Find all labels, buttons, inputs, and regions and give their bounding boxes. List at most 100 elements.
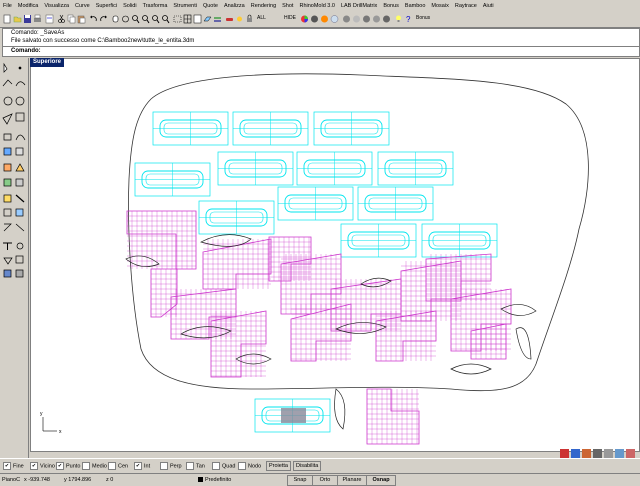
- zoom-extents-icon[interactable]: [151, 14, 160, 24]
- grid-icon[interactable]: [193, 14, 202, 24]
- axis-x-label[interactable]: x: [59, 429, 62, 435]
- zoom-icon[interactable]: [131, 14, 140, 24]
- print-icon[interactable]: [33, 14, 42, 24]
- osnap-option[interactable]: Cen: [108, 462, 128, 470]
- select-window-icon[interactable]: [173, 14, 182, 24]
- paste-icon[interactable]: [77, 14, 86, 24]
- layer-swatch[interactable]: [198, 476, 203, 484]
- menu-item[interactable]: Trasforma: [140, 0, 171, 10]
- viewport-superiore[interactable]: xy: [30, 58, 640, 452]
- snap-toggle[interactable]: Snap: [287, 475, 313, 486]
- chrome-sphere-icon[interactable]: [382, 14, 391, 24]
- osnap-checkbox[interactable]: ✔: [134, 462, 142, 470]
- seed-outline[interactable]: [334, 388, 346, 430]
- osnap-option[interactable]: Perp: [160, 462, 182, 470]
- selected-capsule[interactable]: [281, 408, 306, 423]
- ortho-toggle[interactable]: Orto: [312, 475, 338, 486]
- disable-button[interactable]: Disabilita: [293, 461, 322, 471]
- new-file-icon[interactable]: [3, 14, 12, 24]
- menu-item[interactable]: Solidi: [120, 0, 139, 10]
- osnap-option[interactable]: ✔ Fine: [3, 462, 24, 470]
- lattice-piece[interactable]: [126, 210, 197, 270]
- color-wheel-icon[interactable]: [300, 14, 309, 24]
- seed-outline[interactable]: [450, 363, 492, 375]
- osnap-option[interactable]: ✔ Punto: [56, 462, 80, 470]
- redo-icon[interactable]: [99, 14, 108, 24]
- osnap-option[interactable]: ✔ Vicino: [30, 462, 55, 470]
- light-bulb-icon[interactable]: [394, 14, 403, 24]
- car-icon[interactable]: [225, 14, 234, 24]
- menu-item[interactable]: File: [0, 0, 15, 10]
- viewport-canvas[interactable]: xy: [31, 59, 639, 451]
- xray-sphere-icon[interactable]: [352, 14, 361, 24]
- undo-icon[interactable]: [89, 14, 98, 24]
- osnap-toggle[interactable]: Osnap: [366, 475, 396, 486]
- osnap-option[interactable]: ✔ Int: [134, 462, 150, 470]
- rendered-sphere-icon[interactable]: [320, 14, 329, 24]
- lock-icon[interactable]: [245, 14, 254, 24]
- layer-icon[interactable]: [213, 14, 222, 24]
- planar-toggle[interactable]: Planare: [337, 475, 367, 486]
- cplane-icon[interactable]: [203, 14, 212, 24]
- menu-item[interactable]: Raytrace: [452, 0, 480, 10]
- menu-item[interactable]: Quote: [200, 0, 221, 10]
- hide-button[interactable]: HIDE: [284, 15, 296, 21]
- menu-item[interactable]: Mosaix: [428, 0, 451, 10]
- osnap-checkbox[interactable]: ✔: [30, 462, 38, 470]
- osnap-checkbox[interactable]: [212, 462, 220, 470]
- zoom-selected-icon[interactable]: [161, 14, 170, 24]
- osnap-checkbox[interactable]: [186, 462, 194, 470]
- show-all-button[interactable]: ALL: [257, 15, 266, 21]
- ghosted-sphere-icon[interactable]: [342, 14, 351, 24]
- osnap-option[interactable]: Medio: [82, 462, 107, 470]
- menu-item[interactable]: Analizza: [221, 0, 248, 10]
- lights-icon[interactable]: [235, 14, 244, 24]
- osnap-checkbox[interactable]: [108, 462, 116, 470]
- wire-sphere-icon[interactable]: [330, 14, 339, 24]
- current-layer[interactable]: Predefinito: [205, 476, 231, 484]
- menu-item[interactable]: Curve: [72, 0, 93, 10]
- help-icon[interactable]: ?: [404, 14, 413, 24]
- osnap-option[interactable]: Tan: [186, 462, 205, 470]
- menu-item[interactable]: Shot: [279, 0, 296, 10]
- open-folder-icon[interactable]: [13, 14, 22, 24]
- menu-item[interactable]: Bonus: [380, 0, 402, 10]
- zoom-window-icon[interactable]: [141, 14, 150, 24]
- osnap-checkbox[interactable]: ✔: [3, 462, 11, 470]
- osnap-checkbox[interactable]: [160, 462, 168, 470]
- cut-icon[interactable]: [57, 14, 66, 24]
- osnap-checkbox[interactable]: [238, 462, 246, 470]
- lattice-piece[interactable]: [470, 323, 507, 360]
- osnap-checkbox[interactable]: [82, 462, 90, 470]
- menu-item[interactable]: Aiuti: [480, 0, 497, 10]
- menu-item[interactable]: Bamboo: [402, 0, 429, 10]
- project-button[interactable]: Proietta: [266, 461, 291, 471]
- lattice-piece[interactable]: [366, 388, 420, 445]
- osnap-option[interactable]: Nodo: [238, 462, 261, 470]
- menu-item[interactable]: LAB DrillMatrix: [338, 0, 380, 10]
- pan-hand-icon[interactable]: [111, 14, 120, 24]
- menu-item[interactable]: RhinoMold 3.0: [296, 0, 337, 10]
- menu-item[interactable]: Superfici: [93, 0, 120, 10]
- copy-icon[interactable]: [67, 14, 76, 24]
- menu-item[interactable]: Modifica: [15, 0, 41, 10]
- material-sphere-icon[interactable]: [372, 14, 381, 24]
- menu-item[interactable]: Rendering: [248, 0, 279, 10]
- seed-outline[interactable]: [515, 327, 532, 360]
- left-toolbar-icons[interactable]: [0, 58, 28, 458]
- viewport-title[interactable]: Superiore: [30, 58, 65, 67]
- bonus-toolbar-label[interactable]: Bonus: [416, 15, 430, 21]
- menu-item[interactable]: Visualizza: [41, 0, 72, 10]
- save-icon[interactable]: [23, 14, 32, 24]
- osnap-checkbox[interactable]: ✔: [56, 462, 64, 470]
- rotate-view-icon[interactable]: [121, 14, 130, 24]
- render-sphere-icon[interactable]: [362, 14, 371, 24]
- shaded-sphere-icon[interactable]: [310, 14, 319, 24]
- osnap-option[interactable]: Quad: [212, 462, 235, 470]
- command-input[interactable]: Comando:: [2, 46, 640, 57]
- four-views-icon[interactable]: [183, 14, 192, 24]
- properties-icon[interactable]: [45, 14, 54, 24]
- axis-y-label[interactable]: y: [40, 411, 43, 417]
- menu-item[interactable]: Strumenti: [170, 0, 200, 10]
- lattice-piece[interactable]: [150, 268, 178, 318]
